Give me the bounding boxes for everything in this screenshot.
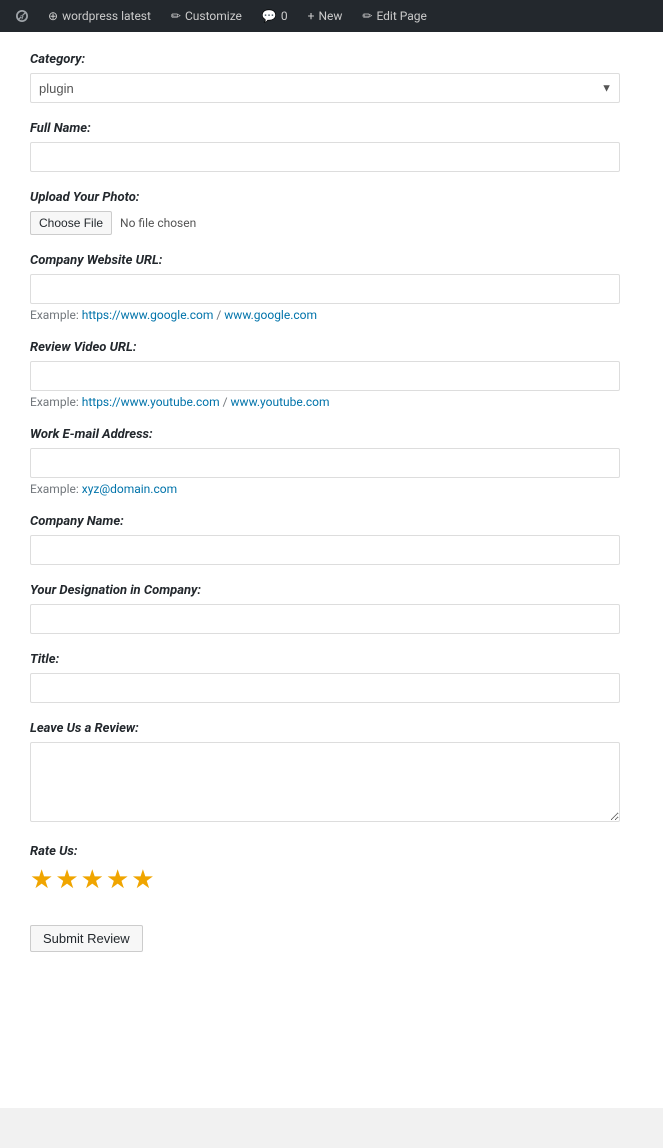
edit-icon: ✏ [362,9,372,23]
wp-icon: ⊕ [48,9,58,23]
rate-field-group: Rate Us: ★ ★ ★ ★ ★ [30,844,620,895]
review-field-group: Leave Us a Review: [30,721,620,826]
wp-logo[interactable] [8,2,36,30]
work-email-input[interactable] [30,448,620,478]
full-name-input[interactable] [30,142,620,172]
company-name-field-group: Company Name: [30,514,620,565]
stars-wrap[interactable]: ★ ★ ★ ★ ★ [30,865,620,895]
company-website-hint: Example: https://www.google.com / www.go… [30,308,620,322]
company-website-field-group: Company Website URL: Example: https://ww… [30,253,620,322]
file-upload-wrap: Choose File No file chosen [30,211,620,235]
review-textarea[interactable] [30,742,620,822]
review-label: Leave Us a Review: [30,721,620,736]
upload-photo-label: Upload Your Photo: [30,190,620,205]
page-content: Category: plugin theme service ▼ Full Na… [0,32,663,1108]
admin-bar-new[interactable]: + New [300,0,351,32]
work-email-label: Work E-mail Address: [30,427,620,442]
full-name-label: Full Name: [30,121,620,136]
upload-photo-field-group: Upload Your Photo: Choose File No file c… [30,190,620,235]
star-5[interactable]: ★ [131,865,154,895]
company-website-hint-link2[interactable]: www.google.com [224,308,317,322]
star-1[interactable]: ★ [30,865,53,895]
admin-bar-customize[interactable]: ✏ Customize [163,0,250,32]
category-label: Category: [30,52,620,67]
category-select-wrap: plugin theme service ▼ [30,73,620,103]
full-name-field-group: Full Name: [30,121,620,172]
work-email-field-group: Work E-mail Address: Example: xyz@domain… [30,427,620,496]
company-name-input[interactable] [30,535,620,565]
footer-bar [0,1108,663,1148]
designation-field-group: Your Designation in Company: [30,583,620,634]
title-field-group: Title: [30,652,620,703]
admin-bar-comments[interactable]: 💬 0 [254,0,296,32]
review-video-field-group: Review Video URL: Example: https://www.y… [30,340,620,409]
star-3[interactable]: ★ [81,865,104,895]
file-name-text: No file chosen [120,216,196,230]
company-website-hint-link1[interactable]: https://www.google.com [82,308,214,322]
review-video-hint-link2[interactable]: www.youtube.com [231,395,330,409]
review-video-hint: Example: https://www.youtube.com / www.y… [30,395,620,409]
admin-bar-edit-page[interactable]: ✏ Edit Page [354,0,435,32]
company-website-label: Company Website URL: [30,253,620,268]
designation-input[interactable] [30,604,620,634]
review-form: Category: plugin theme service ▼ Full Na… [30,52,620,952]
work-email-hint: Example: xyz@domain.com [30,482,620,496]
category-select[interactable]: plugin theme service [30,73,620,103]
customize-icon: ✏ [171,9,181,23]
review-video-label: Review Video URL: [30,340,620,355]
new-icon: + [308,9,315,23]
company-name-label: Company Name: [30,514,620,529]
submit-review-button[interactable]: Submit Review [30,925,143,952]
title-input[interactable] [30,673,620,703]
designation-label: Your Designation in Company: [30,583,620,598]
category-field-group: Category: plugin theme service ▼ [30,52,620,103]
work-email-hint-link[interactable]: xyz@domain.com [82,482,177,496]
title-label: Title: [30,652,620,667]
company-website-input[interactable] [30,274,620,304]
star-4[interactable]: ★ [106,865,129,895]
comments-icon: 💬 [262,9,277,23]
review-video-input[interactable] [30,361,620,391]
review-video-hint-link1[interactable]: https://www.youtube.com [82,395,220,409]
admin-bar-site[interactable]: ⊕ wordpress latest [40,0,159,32]
admin-bar: ⊕ wordpress latest ✏ Customize 💬 0 + New… [0,0,663,32]
choose-file-button[interactable]: Choose File [30,211,112,235]
rate-label: Rate Us: [30,844,620,859]
star-2[interactable]: ★ [55,865,78,895]
